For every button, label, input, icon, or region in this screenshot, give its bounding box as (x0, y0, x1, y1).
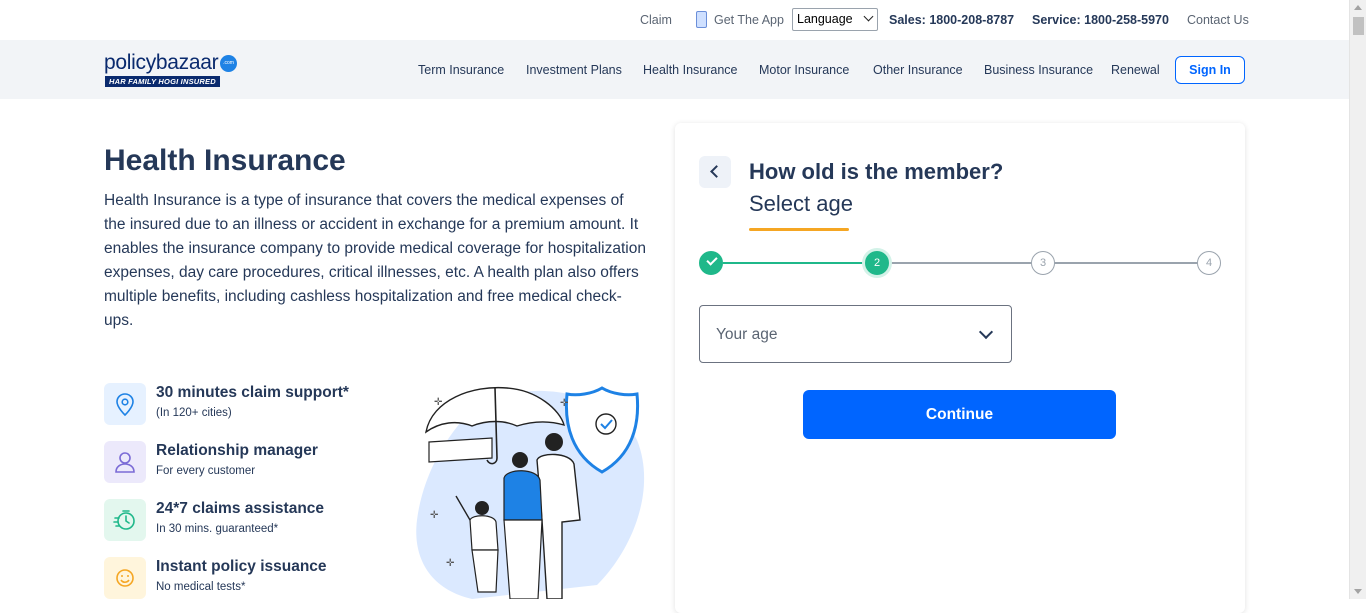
claim-link[interactable]: Claim (640, 0, 672, 40)
feature-claim-support: 30 minutes claim support* (In 120+ citie… (104, 383, 394, 427)
main-navbar: policybazaar .com HAR FAMILY HOGI INSURE… (0, 40, 1349, 99)
service-number: 1800-258-5970 (1084, 13, 1169, 27)
logo-wordmark: policybazaar (104, 51, 219, 74)
nav-term-insurance[interactable]: Term Insurance (418, 40, 504, 99)
sign-in-button[interactable]: Sign In (1175, 56, 1245, 84)
service-phone[interactable]: Service: 1800-258-5970 (1032, 0, 1169, 40)
mobile-phone-icon (696, 11, 707, 28)
location-pin-icon (104, 383, 146, 425)
person-icon (104, 441, 146, 483)
chevron-down-icon (863, 11, 874, 22)
service-label: Service: (1032, 13, 1081, 27)
nav-renewal[interactable]: Renewal (1111, 40, 1160, 99)
step-1-complete (699, 251, 723, 275)
feature-title: Relationship manager (156, 442, 318, 459)
feature-title: 24*7 claims assistance (156, 500, 325, 517)
feature-claims-assistance: 24*7 claims assistance In 30 mins. guara… (104, 499, 394, 543)
age-dropdown-placeholder: Your age (716, 326, 778, 343)
progress-stepper: 2 3 4 (699, 251, 1221, 275)
logo-tagline: HAR FAMILY HOGI INSURED (105, 76, 220, 87)
scroll-up-arrow-icon[interactable] (1354, 5, 1362, 10)
chevron-down-icon (978, 324, 994, 340)
feature-subtitle: In 30 mins. guaranteed* (156, 523, 279, 535)
nav-health-insurance[interactable]: Health Insurance (643, 40, 738, 99)
question-subtitle: Select age (749, 191, 853, 216)
nav-motor-insurance[interactable]: Motor Insurance (759, 40, 849, 99)
svg-text:✛: ✛ (446, 558, 455, 569)
svg-text:✛: ✛ (560, 398, 569, 409)
checkmark-icon (706, 254, 718, 266)
language-select-value: Language (797, 12, 853, 26)
step-3: 3 (1031, 251, 1055, 275)
contact-us-link[interactable]: Contact Us (1187, 0, 1249, 40)
smiley-icon (104, 557, 146, 599)
scroll-down-arrow-icon[interactable] (1354, 589, 1362, 594)
svg-text:✛: ✛ (434, 397, 443, 408)
step-connector-complete (723, 262, 865, 264)
top-utility-bar: Claim Get The App Language Sales: 1800-2… (0, 0, 1349, 40)
subtitle-underline (749, 228, 849, 231)
feature-subtitle: For every customer (156, 465, 256, 477)
feature-relationship-manager: Relationship manager For every customer (104, 441, 394, 485)
step-2-current: 2 (865, 251, 889, 275)
feature-title: Instant policy issuance (156, 558, 327, 575)
scrollbar-thumb[interactable] (1353, 17, 1364, 35)
policybazaar-logo[interactable]: policybazaar .com HAR FAMILY HOGI INSURE… (104, 51, 244, 91)
sales-number: 1800-208-8787 (929, 13, 1015, 27)
nav-business-insurance[interactable]: Business Insurance (984, 40, 1093, 99)
family-umbrella-illustration: ✛ ✛ ✛ ✛ (412, 380, 648, 600)
age-selection-card: How old is the member? Select age 2 3 4 … (675, 123, 1245, 613)
sales-phone[interactable]: Sales: 1800-208-8787 (889, 0, 1014, 40)
nav-investment-plans[interactable]: Investment Plans (526, 40, 622, 99)
feature-subtitle: (In 120+ cities) (156, 407, 232, 419)
feature-title: 30 minutes claim support* (156, 384, 349, 401)
continue-button[interactable]: Continue (803, 390, 1116, 439)
feature-instant-policy: Instant policy issuance No medical tests… (104, 557, 394, 601)
language-select[interactable]: Language (792, 8, 878, 31)
step-connector (889, 262, 1031, 264)
age-dropdown[interactable]: Your age (699, 305, 1012, 363)
svg-text:✛: ✛ (430, 510, 439, 521)
step-4: 4 (1197, 251, 1221, 275)
get-app-link[interactable]: Get The App (714, 0, 784, 40)
sales-label: Sales: (889, 13, 926, 27)
logo-com-badge: .com (220, 55, 237, 72)
nav-other-insurance[interactable]: Other Insurance (873, 40, 963, 99)
back-button[interactable] (699, 156, 731, 188)
step-connector (1055, 262, 1197, 264)
question-title: How old is the member? (749, 159, 1004, 184)
page-title: Health Insurance (104, 144, 346, 177)
stopwatch-icon (104, 499, 146, 541)
feature-subtitle: No medical tests* (156, 581, 246, 593)
page-description: Health Insurance is a type of insurance … (104, 192, 646, 329)
page-scrollbar[interactable] (1349, 0, 1366, 599)
chevron-left-icon (710, 165, 723, 178)
